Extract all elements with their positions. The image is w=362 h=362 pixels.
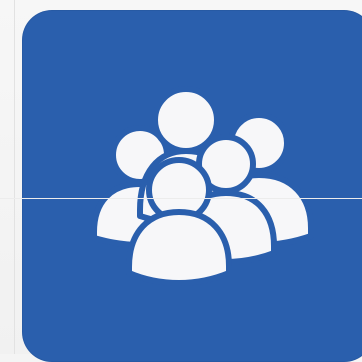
users-group-icon [91, 86, 314, 286]
page-background [0, 0, 362, 362]
